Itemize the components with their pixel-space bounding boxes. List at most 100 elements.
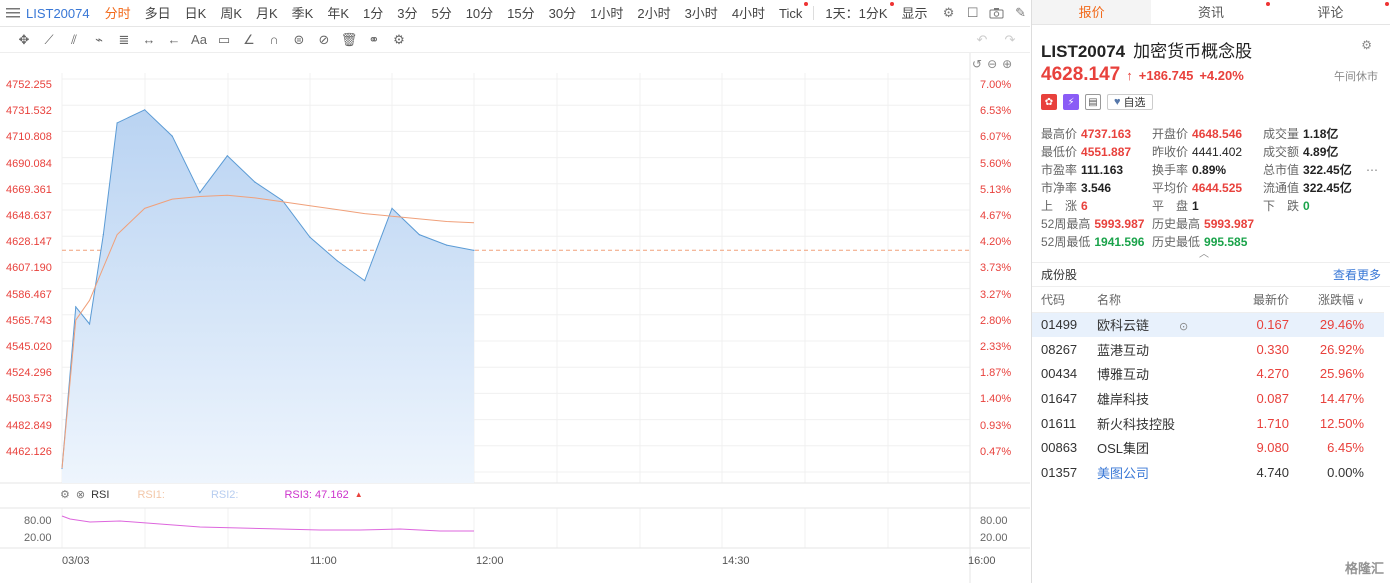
menu-icon[interactable] xyxy=(6,6,20,20)
tab-news[interactable]: 资讯 xyxy=(1151,0,1270,24)
zoom-in-icon[interactable]: ⊕ xyxy=(1002,57,1012,71)
magnet-icon[interactable]: ∩ xyxy=(266,32,282,48)
price-point xyxy=(364,280,366,282)
stat-label: 历史最高 xyxy=(1152,217,1201,231)
measure-tool-icon[interactable]: ↔ xyxy=(141,32,157,48)
stat-cell xyxy=(1263,215,1374,233)
hide-icon[interactable]: ⊘ xyxy=(316,32,332,48)
period-tabs: 分时 多日 日K 周K 月K 季K 年K 1分 3分 5分 10分 15分 30… xyxy=(98,0,935,27)
view-more-link[interactable]: 查看更多 xyxy=(1333,266,1381,283)
doc-icon[interactable]: ▤ xyxy=(1085,94,1101,110)
cell-change: 14.47% xyxy=(1299,386,1384,411)
more-stats-icon[interactable]: ⋯ xyxy=(1366,163,1378,177)
stat-label: 市净率 xyxy=(1041,181,1078,195)
intraday-chart[interactable]: 4752.255 4731.532 4710.808 4690.084 4669.361… xyxy=(0,53,1030,583)
tab-5min[interactable]: 5分 xyxy=(424,0,458,27)
tab-comments[interactable]: 评论 xyxy=(1271,0,1390,24)
camera-icon[interactable] xyxy=(989,5,1005,21)
tab-quote[interactable]: 报价 xyxy=(1032,0,1152,24)
tab-tick[interactable]: Tick xyxy=(772,0,809,27)
tab-year-k[interactable]: 年K xyxy=(320,0,356,27)
tab-10min[interactable]: 10分 xyxy=(459,0,500,27)
chart-canvas[interactable] xyxy=(0,53,1030,583)
lightning-icon[interactable]: ⚡ xyxy=(1063,94,1079,110)
price-change-pct: +4.20% xyxy=(1199,68,1244,83)
cell-name[interactable]: 新火科技控股 xyxy=(1097,411,1207,436)
price-point xyxy=(116,122,118,124)
price-area xyxy=(62,109,474,484)
frame-icon[interactable]: ☐ xyxy=(965,5,981,21)
cell-name[interactable]: 博雅互动 xyxy=(1097,361,1207,386)
fib-tool-icon[interactable]: ≣ xyxy=(116,32,132,48)
cell-name[interactable]: 蓝港互动 xyxy=(1097,337,1207,362)
table-row[interactable]: 00434 博雅互动 4.270 25.96% xyxy=(1032,361,1384,386)
tab-15min[interactable]: 15分 xyxy=(500,0,541,27)
add-watchlist-button[interactable]: ♥ 自选 xyxy=(1107,94,1153,110)
code-text: 00434 xyxy=(1041,366,1078,382)
rsi3-line xyxy=(61,515,474,532)
tab-2hour[interactable]: 2小时 xyxy=(630,0,677,27)
trash-icon[interactable]: 🗑 xyxy=(341,32,358,48)
chevron-up-icon[interactable]: ︿ xyxy=(1199,245,1209,260)
cell-name[interactable]: OSL集团 xyxy=(1097,435,1207,460)
crosshair-icon[interactable]: ✥ xyxy=(16,32,32,48)
tab-multiday[interactable]: 多日 xyxy=(138,0,178,27)
draw-settings-icon[interactable]: ⚙ xyxy=(391,32,407,48)
lock-icon[interactable]: ⊜ xyxy=(291,32,307,48)
tab-day-k[interactable]: 日K xyxy=(178,0,214,27)
period-select[interactable]: 1天：1分K xyxy=(818,0,894,27)
zoom-out-icon[interactable]: ⊖ xyxy=(987,57,997,71)
ruler-icon[interactable]: ∠ xyxy=(241,32,257,48)
arrow-tool-icon[interactable]: ← xyxy=(166,32,182,48)
eye-icon[interactable]: ⊙ xyxy=(1179,321,1188,333)
tab-4hour[interactable]: 4小时 xyxy=(725,0,772,27)
tab-month-k[interactable]: 月K xyxy=(249,0,285,27)
rsi-close-icon[interactable]: ⊗ xyxy=(76,488,85,501)
undo-icon[interactable]: ↶ xyxy=(974,32,990,48)
pencil-icon[interactable]: ✎ xyxy=(1013,5,1029,21)
quote-settings-icon[interactable]: ⚙ xyxy=(1361,38,1372,52)
symbol-label[interactable]: LIST20074 xyxy=(26,6,90,21)
tab-1min[interactable]: 1分 xyxy=(356,0,390,27)
redo-icon[interactable]: ↷ xyxy=(1002,32,1018,48)
cell-name[interactable]: 欧科云链 ⊙ xyxy=(1097,312,1207,337)
note-tool-icon[interactable]: ▭ xyxy=(216,32,232,48)
change-text: 26.92% xyxy=(1319,341,1364,357)
wave-tool-icon[interactable]: ⌁ xyxy=(91,32,107,48)
price-point xyxy=(446,244,448,246)
table-row[interactable]: 08267 蓝港互动 0.330 26.92% xyxy=(1032,337,1384,362)
table-row[interactable]: 01499 欧科云链 ⊙ 0.167 29.46% xyxy=(1032,312,1384,337)
col-change[interactable]: 涨跌幅 ∨ xyxy=(1299,287,1384,313)
tab-week-k[interactable]: 周K xyxy=(213,0,249,27)
text-tool-icon[interactable]: Aa xyxy=(191,32,207,48)
price-text: 4.740 xyxy=(1256,464,1289,480)
col-price[interactable]: 最新价 xyxy=(1207,287,1299,313)
stat-cell: 52周最高 5993.987 xyxy=(1041,215,1152,233)
name-text: 博雅互动 xyxy=(1097,367,1150,383)
cell-name[interactable]: 雄岸科技 xyxy=(1097,386,1207,411)
link-icon[interactable]: ⚭ xyxy=(366,32,382,48)
tab-timeshare[interactable]: 分时 xyxy=(98,0,138,27)
table-row[interactable]: 01647 雄岸科技 0.087 14.47% xyxy=(1032,386,1384,411)
table-row[interactable]: 01357 美图公司 4.740 0.00% xyxy=(1032,460,1384,485)
price-point xyxy=(309,236,311,238)
reset-icon[interactable]: ↺ xyxy=(972,57,982,71)
rsi-settings-icon[interactable]: ⚙ xyxy=(60,488,70,501)
change-text: 14.47% xyxy=(1319,390,1364,406)
channel-tool-icon[interactable]: ⫽ xyxy=(66,32,82,48)
display-dropdown[interactable]: 显示 xyxy=(895,0,935,27)
pct-tick-label: 2.80% xyxy=(980,314,1012,327)
tab-1hour[interactable]: 1小时 xyxy=(583,0,630,27)
line-tool-icon[interactable]: ⟋ xyxy=(41,32,57,48)
price-point xyxy=(418,234,420,236)
table-row[interactable]: 00863 OSL集团 9.080 6.45% xyxy=(1032,435,1384,460)
tab-3min[interactable]: 3分 xyxy=(390,0,424,27)
col-code[interactable]: 代码 xyxy=(1032,287,1097,313)
tab-30min[interactable]: 30分 xyxy=(542,0,583,27)
col-name[interactable]: 名称 xyxy=(1097,287,1207,313)
table-row[interactable]: 01611 新火科技控股 1.710 12.50% xyxy=(1032,411,1384,436)
settings-icon[interactable]: ⚙ xyxy=(941,5,957,21)
cell-name[interactable]: 美图公司 xyxy=(1097,460,1207,485)
tab-quarter-k[interactable]: 季K xyxy=(285,0,321,27)
tab-3hour[interactable]: 3小时 xyxy=(678,0,725,27)
